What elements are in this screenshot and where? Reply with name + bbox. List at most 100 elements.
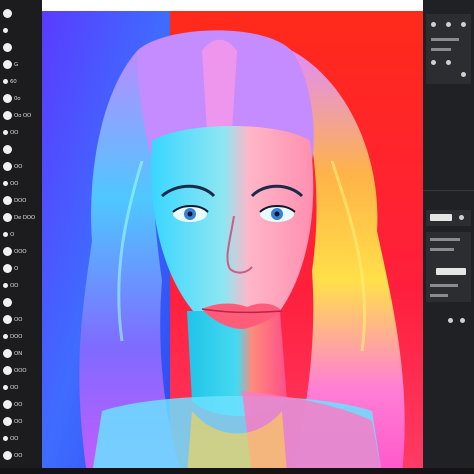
- mirror-icon: [3, 366, 12, 375]
- canvas-area[interactable]: [42, 11, 423, 474]
- properties-panel: [423, 0, 474, 474]
- hand-icon: [3, 436, 8, 441]
- tool-select[interactable]: 0o: [3, 93, 39, 104]
- tool-liquify[interactable]: [3, 297, 39, 308]
- tool-mirror[interactable]: OOO: [3, 365, 39, 376]
- tool-color[interactable]: [3, 144, 39, 155]
- tool-eyedropper[interactable]: OO: [3, 416, 39, 427]
- adjust-slider-4[interactable]: [430, 294, 448, 297]
- size-slider[interactable]: [431, 38, 459, 41]
- tool-blur[interactable]: G: [3, 59, 39, 70]
- tool-brush[interactable]: [3, 8, 39, 19]
- gradient-icon: [3, 232, 8, 237]
- status-bar: [0, 468, 474, 474]
- tool-clone[interactable]: O: [3, 263, 39, 274]
- liquify-icon: [3, 298, 12, 307]
- tool-label: OO: [14, 316, 23, 323]
- tool-transform[interactable]: Oo OO: [3, 110, 39, 121]
- panel-divider: [423, 190, 474, 191]
- transform-icon: [3, 111, 12, 120]
- tool-mask[interactable]: DOO: [3, 331, 39, 342]
- tool-gradient[interactable]: O: [3, 229, 39, 240]
- adjustments-section: [426, 232, 471, 302]
- tool-sidebar: G 60 0o Oo OO OO OO OO DOO De DOO O OOO O OO OO DOO ON O…: [0, 0, 42, 474]
- layer-options-icon[interactable]: [459, 215, 464, 220]
- tool-label: ON: [14, 350, 23, 357]
- warp-icon: [3, 349, 12, 358]
- add-layer-icon[interactable]: [460, 318, 465, 323]
- tool-fill[interactable]: 60: [3, 76, 39, 87]
- zoom-icon: [3, 451, 12, 460]
- layer-properties-section: [426, 210, 471, 226]
- opacity-slider[interactable]: [431, 48, 451, 51]
- smudge-icon: [3, 43, 12, 52]
- grid-icon: [3, 385, 8, 390]
- color-icon: [3, 145, 12, 154]
- clone-icon: [3, 264, 12, 273]
- tool-hand[interactable]: OO: [3, 433, 39, 444]
- tool-label: OOO: [14, 367, 27, 374]
- tool-crop[interactable]: OO: [3, 314, 39, 325]
- gear-icon[interactable]: [461, 72, 466, 77]
- eye-icon[interactable]: [461, 22, 466, 27]
- filter-icon: [3, 196, 12, 205]
- tool-eraser[interactable]: [3, 25, 39, 36]
- tool-label: Oo OO: [14, 112, 32, 119]
- mask-icon: [3, 334, 8, 339]
- shape-icon: [3, 213, 12, 222]
- tool-filter[interactable]: DOO: [3, 195, 39, 206]
- tool-text[interactable]: OO: [3, 127, 39, 138]
- tool-label: O: [10, 231, 15, 238]
- pen-icon: [3, 247, 12, 256]
- tool-pen[interactable]: OOO: [3, 246, 39, 257]
- tool-label: OO: [14, 401, 23, 408]
- tool-label: OOO: [14, 248, 27, 255]
- tool-label: OO: [10, 129, 19, 136]
- eyedropper-icon: [3, 417, 12, 426]
- tool-shape[interactable]: De DOO: [3, 212, 39, 223]
- tool-label: OO: [10, 384, 19, 391]
- lock-icon[interactable]: [446, 22, 451, 27]
- tool-layers[interactable]: OO: [3, 161, 39, 172]
- fill-icon: [3, 79, 8, 84]
- brush-icon: [3, 9, 12, 18]
- tool-label: OO: [14, 163, 23, 170]
- tool-grid[interactable]: OO: [3, 382, 39, 393]
- crop-icon: [3, 315, 12, 324]
- portrait-artwork: [42, 11, 423, 474]
- tool-heal[interactable]: OO: [3, 280, 39, 291]
- tool-label: DOO: [14, 197, 27, 204]
- adjust-slider-2[interactable]: [430, 248, 454, 251]
- tool-label: OO: [10, 435, 19, 442]
- pin-icon[interactable]: [431, 22, 436, 27]
- select-icon: [3, 94, 12, 103]
- text-icon: [3, 130, 8, 135]
- canvas-top-strip: [42, 0, 423, 11]
- tool-zoom[interactable]: OO: [3, 450, 39, 461]
- layers-icon: [3, 162, 12, 171]
- tool-label: DOO: [10, 333, 23, 340]
- tool-label: 0o: [14, 95, 21, 102]
- duplicate-icon[interactable]: [448, 318, 453, 323]
- settings-icon[interactable]: [446, 60, 451, 65]
- blur-icon: [3, 60, 12, 69]
- tool-label: OO: [10, 180, 19, 187]
- tool-label: De DOO: [14, 214, 36, 221]
- tool-label: O: [14, 265, 19, 272]
- tool-label: OO: [14, 418, 23, 425]
- brush-icon[interactable]: [431, 60, 436, 65]
- brush-settings-section: [426, 14, 471, 84]
- apply-button[interactable]: [436, 268, 466, 275]
- tool-label: OO: [14, 452, 23, 459]
- adjust-icon: [3, 181, 8, 186]
- ruler-icon: [3, 400, 12, 409]
- tool-smudge[interactable]: [3, 42, 39, 53]
- tool-label: OO: [10, 282, 19, 289]
- eraser-icon: [3, 28, 8, 33]
- layer-name-field[interactable]: [430, 214, 452, 221]
- tool-adjust[interactable]: OO: [3, 178, 39, 189]
- adjust-slider-3[interactable]: [430, 284, 458, 287]
- adjust-slider-1[interactable]: [430, 238, 460, 241]
- tool-warp[interactable]: ON: [3, 348, 39, 359]
- tool-ruler[interactable]: OO: [3, 399, 39, 410]
